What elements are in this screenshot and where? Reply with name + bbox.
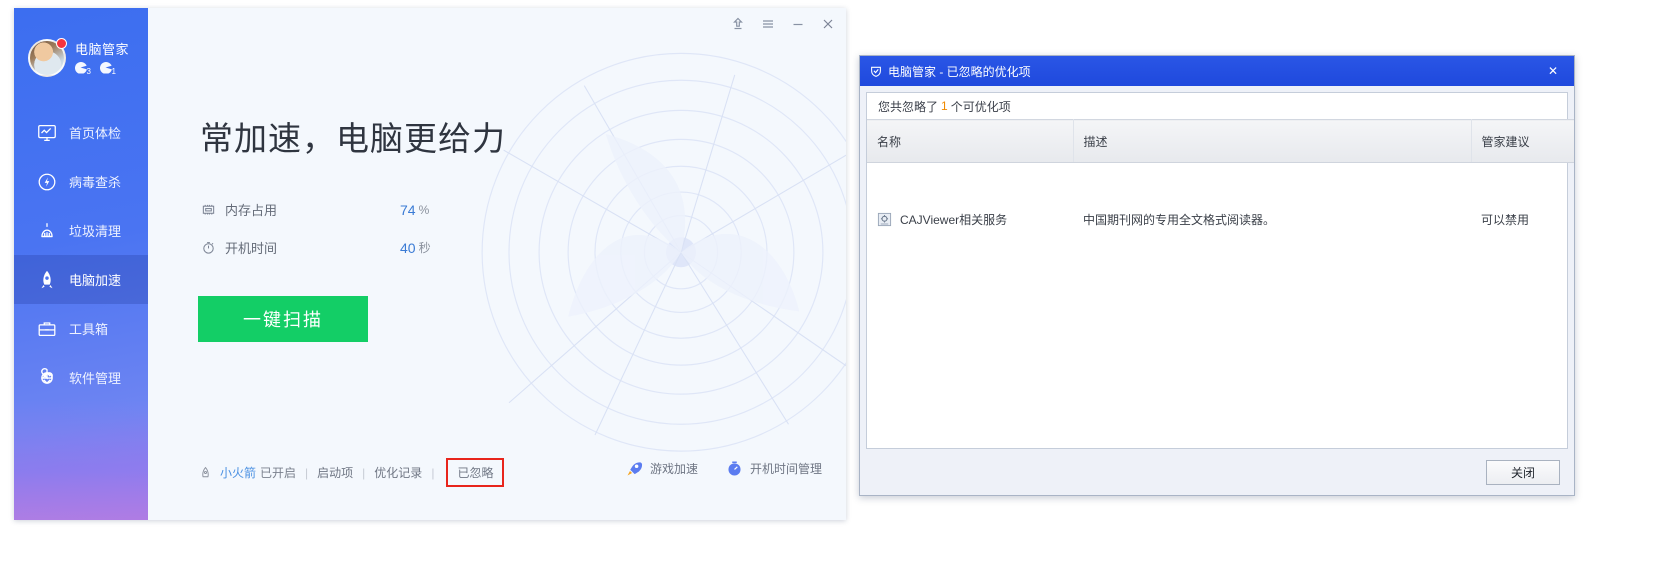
footer-right: 游戏加速 开机时间管理: [626, 460, 822, 477]
column-header-name[interactable]: 名称: [867, 119, 1074, 163]
sidebar-item-label: 电脑加速: [69, 273, 122, 288]
sidebar-item-软件管理[interactable]: 软件管理: [14, 353, 148, 402]
divider: |: [305, 465, 309, 480]
divider: |: [362, 465, 366, 480]
profile-text: 电脑管家 3 1: [75, 42, 129, 75]
sidebar-item-label: 工具箱: [69, 322, 109, 337]
sidebar-item-label: 垃圾清理: [69, 224, 122, 239]
shield-icon: [869, 64, 883, 79]
close-button[interactable]: 关闭: [1486, 459, 1560, 485]
game-boost-icon: [626, 460, 643, 477]
dialog-subtitle: 您共忽略了 1 个可优化项: [867, 93, 1567, 119]
subtitle-suffix: 个可优化项: [950, 99, 1011, 114]
rocket-icon: [36, 269, 58, 291]
sidebar-item-病毒查杀[interactable]: 病毒查杀: [14, 157, 148, 206]
sidebar: 电脑管家 3 1 首页体检 病毒查杀 垃圾清理 电脑加速 工具箱 软件管理: [14, 8, 148, 520]
message-count: 1: [111, 66, 116, 76]
stat-value: 74: [400, 201, 416, 218]
footer-left: 小火箭 已开启 | 启动项 | 优化记录 | 已忽略: [198, 458, 505, 487]
table-header-row: 名称 描述 管家建议 操作: [867, 119, 1574, 163]
optimize-history-link[interactable]: 优化记录: [374, 464, 422, 481]
service-icon: [877, 212, 892, 227]
cell-name: CAJViewer相关服务: [867, 163, 1073, 276]
rocket-link[interactable]: 小火箭: [220, 464, 256, 481]
dialog-footer: 关闭: [860, 449, 1574, 495]
sidebar-item-工具箱[interactable]: 工具箱: [14, 304, 148, 353]
stat-label: 内存占用: [225, 203, 278, 218]
dialog-titlebar: 电脑管家 - 已忽略的优化项 ✕: [860, 56, 1574, 86]
menu-icon[interactable]: [760, 16, 776, 32]
sidebar-nav: 首页体检 病毒查杀 垃圾清理 电脑加速 工具箱 软件管理: [14, 108, 148, 402]
dialog-body: 您共忽略了 1 个可优化项 名称 描述 管家建议 操作: [866, 92, 1574, 449]
ignored-count: 1: [941, 99, 948, 113]
turbine-decoration: [481, 52, 846, 452]
close-icon[interactable]: [820, 16, 836, 32]
sidebar-item-首页体检[interactable]: 首页体检: [14, 108, 148, 157]
row-name-text: CAJViewer相关服务: [900, 212, 1008, 227]
profile-icon-row: 3 1: [75, 61, 129, 76]
monitor-chart-icon: [36, 122, 58, 144]
rocket-outline-icon: [198, 465, 213, 481]
rocket-status: 已开启: [260, 466, 297, 480]
stat-boot-time: 开机时间 40 秒: [201, 238, 431, 257]
ignored-items-table: 名称 描述 管家建议 操作: [867, 119, 1574, 276]
cell-advice: 可以禁用: [1481, 212, 1530, 227]
stat-memory: 内存占用 74 %: [201, 200, 429, 219]
column-header-description[interactable]: 描述: [1073, 119, 1472, 163]
message-bubble-icon[interactable]: 3: [75, 61, 91, 76]
cell-description: 中国期刊网的专用全文格式阅读器。: [1083, 212, 1276, 227]
broom-icon: [36, 220, 58, 242]
message-bubble-icon[interactable]: 1: [100, 61, 116, 76]
profile-name: 电脑管家: [75, 41, 130, 57]
one-key-scan-button[interactable]: 一键扫描: [198, 296, 368, 342]
footer-link-label: 开机时间管理: [749, 462, 822, 476]
page-title: 常加速，电脑更给力: [200, 120, 506, 157]
column-header-advice[interactable]: 管家建议: [1471, 119, 1574, 163]
sidebar-item-电脑加速[interactable]: 电脑加速: [14, 255, 148, 304]
table-row[interactable]: CAJViewer相关服务 中国期刊网的专用全文格式阅读器。 可以禁用 禁用 取…: [867, 163, 1574, 276]
footer-link-label: 游戏加速: [649, 462, 698, 476]
stopwatch-icon: [201, 240, 216, 255]
feedback-icon[interactable]: [730, 16, 746, 32]
sidebar-item-垃圾清理[interactable]: 垃圾清理: [14, 206, 148, 255]
close-icon[interactable]: ✕: [1532, 56, 1574, 86]
avatar[interactable]: [28, 38, 67, 77]
ignored-items-dialog: 电脑管家 - 已忽略的优化项 ✕ 您共忽略了 1 个可优化项 名称 描述 管家建…: [859, 55, 1575, 496]
pc-manager-window: 电脑管家 3 1 首页体检 病毒查杀 垃圾清理 电脑加速 工具箱 软件管理 常加…: [14, 8, 846, 520]
subtitle-prefix: 您共忽略了: [878, 99, 939, 114]
window-controls: [730, 16, 836, 32]
dialog-title: 电脑管家 - 已忽略的优化项: [888, 64, 1031, 79]
sidebar-item-label: 首页体检: [69, 126, 122, 141]
toolbox-icon: [36, 318, 58, 340]
boot-time-icon: [726, 460, 743, 477]
notification-badge-icon: [56, 38, 67, 49]
sidebar-item-label: 软件管理: [69, 371, 122, 386]
memory-icon: [201, 202, 216, 217]
stat-value: 40: [400, 239, 416, 256]
screen: 电脑管家 3 1 首页体检 病毒查杀 垃圾清理 电脑加速 工具箱 软件管理 常加…: [0, 0, 1665, 561]
minimize-icon[interactable]: [790, 16, 806, 32]
main-content: 常加速，电脑更给力 内存占用 74 % 开机时间 40 秒 一键扫描 小火箭 已…: [148, 8, 846, 520]
message-count: 3: [86, 66, 91, 76]
sidebar-item-label: 病毒查杀: [69, 175, 122, 190]
boot-time-link[interactable]: 开机时间管理: [726, 460, 822, 477]
profile-block[interactable]: 电脑管家 3 1: [14, 8, 148, 94]
shield-bolt-icon: [36, 171, 58, 193]
game-boost-link[interactable]: 游戏加速: [626, 460, 698, 477]
stat-unit: 秒: [418, 241, 431, 255]
clover-icon: [36, 367, 58, 389]
stat-unit: %: [418, 202, 430, 217]
ignored-items-link[interactable]: 已忽略: [446, 458, 505, 487]
stat-label: 开机时间: [225, 241, 278, 256]
startup-items-link[interactable]: 启动项: [317, 464, 353, 481]
divider: |: [431, 465, 435, 480]
